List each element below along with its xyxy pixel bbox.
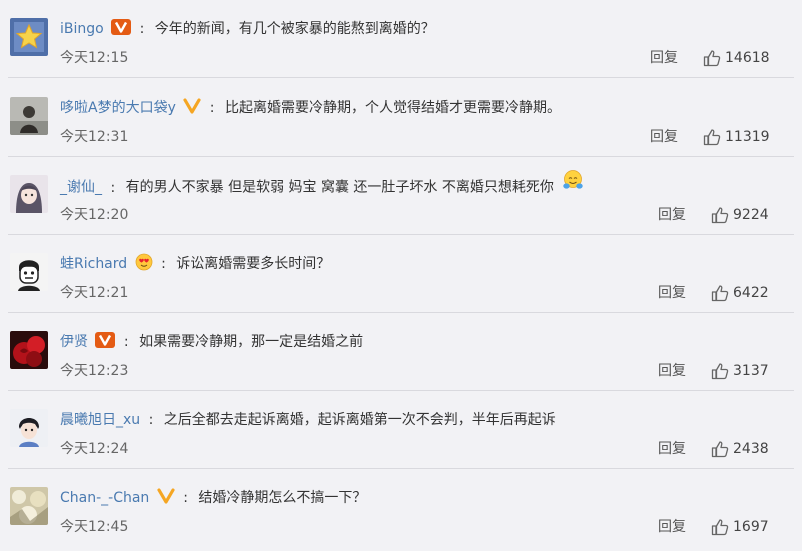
red-rose-avatar-icon xyxy=(10,331,48,369)
username-link[interactable]: 蛙Richard xyxy=(60,256,127,272)
user-avatar[interactable] xyxy=(10,175,48,213)
comment-timestamp: 今天12:15 xyxy=(60,50,129,66)
anime-avatar-icon xyxy=(10,175,48,213)
colon-separator: : xyxy=(161,256,166,272)
comment-timestamp: 今天12:31 xyxy=(60,129,129,145)
user-avatar[interactable] xyxy=(10,253,48,291)
user-avatar[interactable] xyxy=(10,409,48,447)
hug-emoji-icon xyxy=(562,169,584,202)
cartoon-face-avatar-icon xyxy=(10,253,48,291)
reply-button[interactable]: 回复 xyxy=(650,127,678,147)
verified-badge-icon xyxy=(111,19,132,35)
person-avatar-icon xyxy=(10,97,48,135)
username-link[interactable]: 哆啦A梦的大口袋y xyxy=(60,100,176,116)
flower-avatar-icon xyxy=(10,487,48,525)
comment-timestamp: 今天12:23 xyxy=(60,363,129,379)
colon-separator: : xyxy=(209,100,215,116)
username-link[interactable]: _谢仙_ xyxy=(60,180,102,196)
like-count: 6422 xyxy=(733,285,769,301)
colon-separator: : xyxy=(183,490,188,506)
colon-separator: : xyxy=(123,334,129,350)
comment-item: 蛙Richard : 诉讼离婚需要多长时间？ 今天12:21 回复 6422 xyxy=(0,235,802,313)
reply-button[interactable]: 回复 xyxy=(658,439,686,459)
reply-button[interactable]: 回复 xyxy=(658,205,686,225)
like-button[interactable]: 2438 xyxy=(711,439,769,459)
comment-text: 诉讼离婚需要多长时间？ xyxy=(176,256,331,272)
comment-text: 如果需要冷静期，那一定是结婚之前 xyxy=(139,334,364,350)
username-link[interactable]: Chan-_-Chan xyxy=(60,490,149,506)
comment-timestamp: 今天12:21 xyxy=(60,285,129,301)
thumbs-up-icon xyxy=(711,363,729,380)
thumbs-up-icon xyxy=(711,519,729,536)
comment-item: _谢仙_ : 有的男人不家暴 但是软弱 妈宝 窝囊 还一肚子坏水 不离婚只想耗死… xyxy=(0,157,802,235)
reply-button[interactable]: 回复 xyxy=(658,361,686,381)
user-avatar[interactable] xyxy=(10,331,48,369)
like-count: 14618 xyxy=(725,50,770,66)
comment-timestamp: 今天12:24 xyxy=(60,441,129,457)
comment-item: 哆啦A梦的大口袋y : 比起离婚需要冷静期，个人觉得结婚才更需要冷静期。 今天1… xyxy=(0,79,802,157)
user-avatar[interactable] xyxy=(10,97,48,135)
reply-button[interactable]: 回复 xyxy=(658,283,686,303)
like-button[interactable]: 3137 xyxy=(711,361,769,381)
comment-timestamp: 今天12:45 xyxy=(60,519,129,535)
thumbs-up-icon xyxy=(711,207,729,224)
colon-separator: : xyxy=(110,179,116,196)
thumbs-up-icon xyxy=(711,441,729,458)
comment-item: 晨曦旭日_xu : 之后全都去走起诉离婚，起诉离婚第一次不会判，半年后再起诉 今… xyxy=(0,391,802,469)
colon-separator: : xyxy=(148,412,154,428)
comment-timestamp: 今天12:20 xyxy=(60,207,129,223)
like-button[interactable]: 1697 xyxy=(711,517,769,537)
user-avatar[interactable] xyxy=(10,18,48,56)
like-button[interactable]: 14618 xyxy=(703,48,770,68)
username-link[interactable]: 晨曦旭日_xu xyxy=(60,412,140,428)
heart-eyes-badge-icon xyxy=(135,253,153,271)
vip-badge-icon xyxy=(157,488,175,504)
reply-button[interactable]: 回复 xyxy=(650,48,678,68)
like-button[interactable]: 6422 xyxy=(711,283,769,303)
thumbs-up-icon xyxy=(703,50,721,67)
like-count: 1697 xyxy=(733,519,769,535)
like-count: 3137 xyxy=(733,363,769,379)
username-link[interactable]: 伊贤 xyxy=(60,334,88,350)
user-avatar[interactable] xyxy=(10,487,48,525)
comment-text: 今年的新闻，有几个被家暴的能熬到离婚的？ xyxy=(154,21,435,37)
comment-text: 比起离婚需要冷静期，个人觉得结婚才更需要冷静期。 xyxy=(224,100,561,116)
star-avatar-icon xyxy=(10,18,48,56)
comment-item: 伊贤 : 如果需要冷静期，那一定是结婚之前 今天12:23 回复 3137 xyxy=(0,313,802,391)
comment-item: Chan-_-Chan : 结婚冷静期怎么不搞一下？ 今天12:45 回复 16… xyxy=(0,469,802,547)
comment-text: 结婚冷静期怎么不搞一下？ xyxy=(198,490,367,506)
comment-list: iBingo : 今年的新闻，有几个被家暴的能熬到离婚的？ 今天12:15 回复… xyxy=(0,0,802,551)
vip-badge-icon xyxy=(183,98,201,114)
verified-badge-icon xyxy=(95,332,116,348)
boy-avatar-icon xyxy=(10,409,48,447)
comment-item: iBingo : 今年的新闻，有几个被家暴的能熬到离婚的？ 今天12:15 回复… xyxy=(0,0,802,78)
like-count: 9224 xyxy=(733,207,769,223)
like-button[interactable]: 9224 xyxy=(711,205,769,225)
thumbs-up-icon xyxy=(703,129,721,146)
like-button[interactable]: 11319 xyxy=(703,127,770,147)
comment-text: 之后全都去走起诉离婚，起诉离婚第一次不会判，半年后再起诉 xyxy=(163,412,556,428)
divider xyxy=(8,77,794,78)
reply-button[interactable]: 回复 xyxy=(658,517,686,537)
colon-separator: : xyxy=(139,21,145,37)
like-count: 2438 xyxy=(733,441,769,457)
username-link[interactable]: iBingo xyxy=(60,21,104,37)
thumbs-up-icon xyxy=(711,285,729,302)
comment-text: 有的男人不家暴 但是软弱 妈宝 窝囊 还一肚子坏水 不离婚只想耗死你 xyxy=(125,179,554,196)
like-count: 11319 xyxy=(725,129,770,145)
